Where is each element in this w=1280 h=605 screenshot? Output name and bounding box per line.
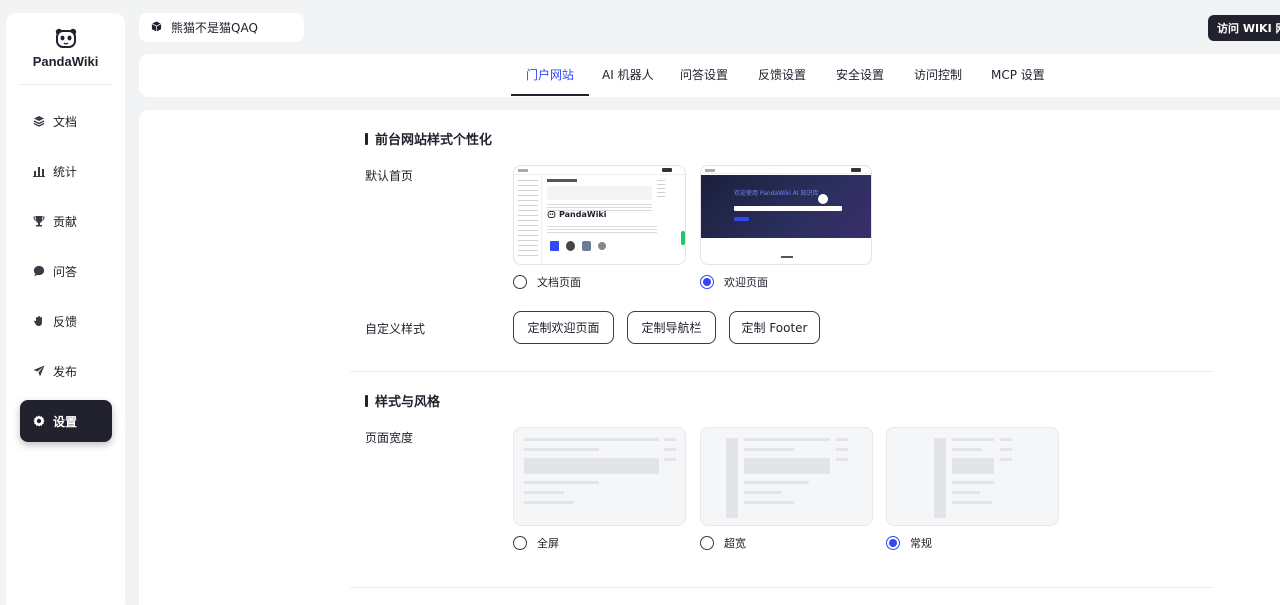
bar-chart-icon [33,165,45,177]
doc-preview-brand: PandaWiki [547,210,607,219]
send-icon [33,365,45,377]
logo[interactable]: PandaWiki [6,27,125,69]
section-title-theme: 样式与风格 [365,391,440,410]
section-divider [350,371,1214,372]
homepage-option-doc[interactable]: 文档页面 [513,274,581,290]
sidebar-item-label: 反馈 [53,314,78,329]
hand-icon [33,315,45,327]
sidebar-item-stats[interactable]: 统计 [20,150,112,192]
section-title-style: 前台网站样式个性化 [365,129,492,148]
cube-icon [151,20,162,35]
radio-button[interactable] [513,536,527,550]
active-tab-indicator [511,94,589,96]
customize-footer-button[interactable]: 定制 Footer [729,311,820,344]
sidebar-item-publish[interactable]: 发布 [20,350,112,392]
width-ultrawide-preview[interactable] [700,427,873,526]
radio-button[interactable] [700,275,714,289]
visit-wiki-button[interactable]: 访问 WIKI 网站 [1208,15,1280,41]
width-option-ultrawide[interactable]: 超宽 [700,535,746,551]
sidebar-item-qa[interactable]: 问答 [20,250,112,292]
brand-name: PandaWiki [32,54,99,69]
tab-ai-robot[interactable]: AI 机器人 [602,54,654,97]
sidebar-item-docs[interactable]: 文档 [20,100,112,142]
settings-tabs: 门户网站 AI 机器人 问答设置 反馈设置 安全设置 访问控制 MCP 设置 [139,54,1280,97]
tab-portal[interactable]: 门户网站 [526,54,574,97]
sidebar-item-label: 发布 [53,364,78,379]
page-width-label: 页面宽度 [365,431,414,445]
workspace-name: 熊猫不是猫QAQ [171,21,258,35]
sidebar-item-label: 设置 [53,414,78,429]
radio-button[interactable] [700,536,714,550]
workspace-selector[interactable]: 熊猫不是猫QAQ [139,13,304,42]
tab-security-settings[interactable]: 安全设置 [836,54,884,97]
sidebar-item-label: 统计 [53,164,78,179]
width-fullscreen-preview[interactable] [513,427,686,526]
section-divider [350,587,1214,588]
tab-access-control[interactable]: 访问控制 [914,54,962,97]
panda-logo-icon [55,28,76,48]
tab-feedback-settings[interactable]: 反馈设置 [758,54,806,97]
sidebar-item-feedback[interactable]: 反馈 [20,300,112,342]
welcome-page-preview[interactable]: 欢迎使用 PandaWiki AI 知识库 [700,165,872,265]
welcome-preview-heading: 欢迎使用 PandaWiki AI 知识库 [734,190,819,197]
sidebar-item-label: 贡献 [53,214,78,229]
width-regular-preview[interactable] [886,427,1059,526]
sidebar-item-label: 文档 [53,114,78,129]
chat-bubble-icon [33,265,45,277]
tab-mcp-settings[interactable]: MCP 设置 [991,54,1045,97]
logo-divider [18,84,113,85]
customize-welcome-button[interactable]: 定制欢迎页面 [513,311,614,344]
radio-button[interactable] [886,536,900,550]
width-option-fullscreen[interactable]: 全屏 [513,535,559,551]
radio-button[interactable] [513,275,527,289]
sidebar-item-contribute[interactable]: 贡献 [20,200,112,242]
customize-navbar-button[interactable]: 定制导航栏 [627,311,716,344]
sidebar: PandaWiki 文档 统计 贡献 问答 反馈 发布 设置 [6,13,125,605]
sidebar-item-label: 问答 [53,264,78,279]
doc-page-preview[interactable]: PandaWiki [513,165,686,265]
width-option-regular[interactable]: 常规 [886,535,932,551]
trophy-icon [33,215,45,227]
homepage-label: 默认首页 [365,169,414,183]
tab-qa-settings[interactable]: 问答设置 [680,54,728,97]
homepage-option-welcome[interactable]: 欢迎页面 [700,274,768,290]
sidebar-item-settings[interactable]: 设置 [20,400,112,442]
gear-icon [33,415,45,427]
custom-style-label: 自定义样式 [365,322,426,336]
layers-icon [33,115,45,127]
